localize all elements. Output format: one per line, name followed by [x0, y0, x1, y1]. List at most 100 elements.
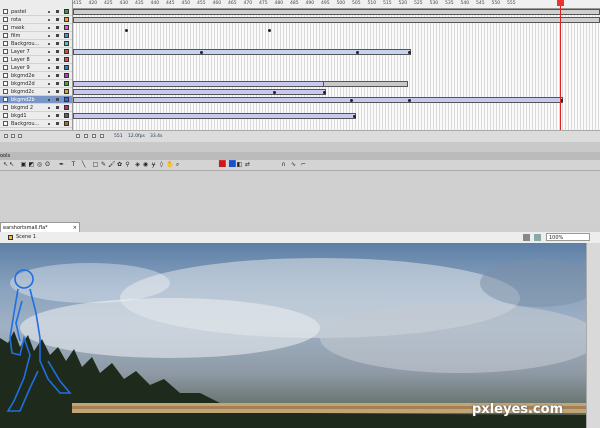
brush-tool-icon[interactable]: 🖌: [108, 161, 116, 168]
pencil-tool-icon[interactable]: ✎: [100, 161, 107, 168]
swap-colors-tool-icon[interactable]: ⇄: [244, 161, 251, 168]
edit-symbols-icon[interactable]: [534, 234, 541, 241]
layer-name[interactable]: Layer 7: [11, 48, 30, 56]
layer-name[interactable]: bkgmd2d: [11, 80, 35, 88]
layer-name[interactable]: bkgd1: [11, 112, 27, 120]
frame-span[interactable]: [73, 17, 600, 23]
visibility-icon[interactable]: [48, 43, 50, 45]
layer-row[interactable]: film: [0, 32, 72, 40]
visibility-icon[interactable]: [48, 91, 50, 93]
lock-icon[interactable]: [56, 82, 59, 85]
visibility-icon[interactable]: [48, 11, 50, 13]
text-tool-icon[interactable]: T: [70, 161, 77, 168]
layer-name[interactable]: pastel: [11, 8, 26, 16]
bone-tool-icon[interactable]: ⚲: [124, 161, 131, 168]
visibility-icon[interactable]: [48, 123, 50, 125]
fill-color-tool-icon[interactable]: ■: [228, 160, 237, 169]
layer-row[interactable]: Layer 9: [0, 64, 72, 72]
outline-color-icon[interactable]: [64, 81, 69, 86]
layer-row[interactable]: bkgmd2b: [0, 96, 72, 104]
snap-tool-icon[interactable]: ∩: [280, 161, 287, 168]
layer-name[interactable]: Backgrou...: [11, 120, 39, 128]
outline-color-icon[interactable]: [64, 9, 69, 14]
stage-canvas[interactable]: [0, 243, 586, 428]
lasso-tool-icon[interactable]: ʘ: [44, 161, 51, 168]
subselection-tool-icon[interactable]: ↖: [8, 161, 15, 168]
layer-row[interactable]: Backgrou...: [0, 120, 72, 128]
keyframe[interactable]: [323, 91, 326, 94]
lock-icon[interactable]: [56, 74, 59, 77]
layer-row[interactable]: Layer 8: [0, 56, 72, 64]
layer-name[interactable]: bkgmd2b: [11, 96, 35, 104]
layer-name[interactable]: rota: [11, 16, 21, 24]
deco-tool-icon[interactable]: ✿: [116, 161, 123, 168]
outline-color-icon[interactable]: [64, 49, 69, 54]
layer-row[interactable]: pastel: [0, 8, 72, 16]
lock-icon[interactable]: [56, 34, 59, 37]
gradient-transform-tool-icon[interactable]: ◩: [28, 161, 35, 168]
layer-row[interactable]: bkgmd 2: [0, 104, 72, 112]
visibility-icon[interactable]: [48, 107, 50, 109]
keyframe[interactable]: [356, 51, 359, 54]
zoom-select[interactable]: 100%: [546, 233, 590, 241]
visibility-icon[interactable]: [48, 35, 50, 37]
lock-icon[interactable]: [56, 114, 59, 117]
keyframe[interactable]: [408, 51, 411, 54]
frame-grid[interactable]: [73, 0, 600, 130]
outline-color-icon[interactable]: [64, 57, 69, 62]
outline-color-icon[interactable]: [64, 113, 69, 118]
outline-color-icon[interactable]: [64, 89, 69, 94]
layer-row[interactable]: bkgmd2e: [0, 72, 72, 80]
outline-color-icon[interactable]: [64, 121, 69, 126]
layer-name[interactable]: film: [11, 32, 20, 40]
visibility-icon[interactable]: [48, 67, 50, 69]
playhead[interactable]: [557, 0, 564, 6]
visibility-icon[interactable]: [48, 115, 50, 117]
visibility-icon[interactable]: [48, 59, 50, 61]
ink-bottle-tool-icon[interactable]: ◉: [142, 161, 149, 168]
frame-span[interactable]: [323, 81, 408, 87]
layer-name[interactable]: Layer 9: [11, 64, 30, 72]
outline-color-icon[interactable]: [64, 73, 69, 78]
layer-row[interactable]: rota: [0, 16, 72, 24]
lock-icon[interactable]: [56, 66, 59, 69]
onion-outline-icon[interactable]: [92, 134, 96, 138]
outline-color-icon[interactable]: [64, 25, 69, 30]
lock-icon[interactable]: [56, 122, 59, 125]
visibility-icon[interactable]: [48, 27, 50, 29]
layer-name[interactable]: bkgmd2c: [11, 88, 34, 96]
outline-color-icon[interactable]: [64, 65, 69, 70]
edit-multiple-frames-icon[interactable]: [100, 134, 104, 138]
onion-skin-icon[interactable]: [84, 134, 88, 138]
layer-row[interactable]: Backgrou...: [0, 40, 72, 48]
layer-row[interactable]: bkgmd2c: [0, 88, 72, 96]
frame-ruler[interactable]: 415 420 425 430 435 440 445 450 455 460 465 470 475 4…: [73, 0, 600, 9]
line-tool-icon[interactable]: ╲: [80, 161, 87, 168]
outline-color-icon[interactable]: [64, 33, 69, 38]
keyframe[interactable]: [408, 99, 411, 102]
visibility-icon[interactable]: [48, 83, 50, 85]
keyframe[interactable]: [350, 99, 353, 102]
lock-icon[interactable]: [56, 42, 59, 45]
keyframe[interactable]: [273, 91, 276, 94]
rectangle-tool-icon[interactable]: □: [92, 161, 99, 168]
zoom-tool-icon[interactable]: ⌕: [174, 161, 181, 168]
paint-bucket-tool-icon[interactable]: ◈: [134, 161, 141, 168]
frame-span[interactable]: [73, 9, 600, 15]
lock-icon[interactable]: [56, 106, 59, 109]
lock-icon[interactable]: [56, 58, 59, 61]
keyframe[interactable]: [268, 29, 271, 32]
eyedropper-tool-icon[interactable]: ɏ: [150, 161, 157, 168]
keyframe[interactable]: [200, 51, 203, 54]
visibility-icon[interactable]: [48, 19, 50, 21]
lock-icon[interactable]: [56, 50, 59, 53]
frame-span[interactable]: [73, 97, 563, 103]
frame-span[interactable]: [73, 113, 356, 119]
straighten-tool-icon[interactable]: ⌐: [300, 161, 307, 168]
outline-color-icon[interactable]: [64, 17, 69, 22]
document-tab[interactable]: earshortsmall.fla* ×: [0, 222, 80, 232]
frame-span[interactable]: [73, 89, 326, 95]
lock-icon[interactable]: [56, 18, 59, 21]
layer-name[interactable]: Layer 8: [11, 56, 30, 64]
back-arrow-icon[interactable]: [8, 235, 13, 240]
